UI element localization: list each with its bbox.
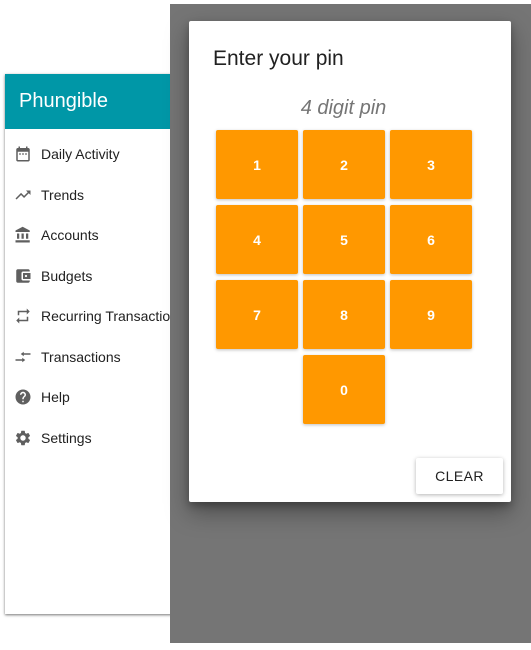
sidebar-item-label: Settings [41, 429, 92, 446]
keypad-button-3[interactable]: 3 [390, 130, 472, 199]
gear-icon [14, 429, 32, 447]
keypad-button-4[interactable]: 4 [216, 205, 298, 274]
keypad-button-1[interactable]: 1 [216, 130, 298, 199]
keypad-button-6[interactable]: 6 [390, 205, 472, 274]
navigation-drawer: Phungible Daily Activity Trends Accounts… [5, 74, 183, 614]
sidebar-item-settings[interactable]: Settings [5, 418, 183, 459]
sidebar-item-help[interactable]: Help [5, 377, 183, 418]
sidebar-item-recurring-transactions[interactable]: Recurring Transactions [5, 296, 183, 337]
wallet-icon [14, 267, 32, 285]
transfer-icon [14, 348, 32, 366]
sidebar-item-label: Budgets [41, 267, 93, 284]
calendar-icon [14, 145, 32, 163]
repeat-icon [14, 307, 32, 325]
sidebar-item-accounts[interactable]: Accounts [5, 215, 183, 256]
sidebar-item-label: Accounts [41, 227, 99, 244]
nav-list: Daily Activity Trends Accounts Budgets R… [5, 129, 183, 458]
trending-up-icon [14, 186, 32, 204]
sidebar-item-trends[interactable]: Trends [5, 175, 183, 216]
sidebar-item-label: Trends [41, 186, 85, 203]
dialog-title: Enter your pin [213, 47, 344, 70]
app-title: Phungible [5, 74, 183, 129]
sidebar-item-label: Transactions [41, 348, 121, 365]
pin-input[interactable] [249, 93, 438, 123]
keypad-button-9[interactable]: 9 [390, 280, 472, 349]
clear-button[interactable]: CLEAR [416, 458, 503, 494]
bank-icon [14, 226, 32, 244]
help-icon [14, 388, 32, 406]
keypad-button-2[interactable]: 2 [303, 130, 385, 199]
sidebar-item-label: Daily Activity [41, 146, 120, 163]
keypad-button-7[interactable]: 7 [216, 280, 298, 349]
sidebar-item-transactions[interactable]: Transactions [5, 337, 183, 378]
pin-keypad: 1 2 3 4 5 6 7 8 9 0 [216, 130, 474, 424]
keypad-button-5[interactable]: 5 [303, 205, 385, 274]
keypad-button-0[interactable]: 0 [303, 355, 385, 424]
sidebar-item-label: Help [41, 389, 70, 406]
sidebar-item-daily-activity[interactable]: Daily Activity [5, 134, 183, 175]
sidebar-item-label: Recurring Transactions [41, 308, 183, 325]
keypad-button-8[interactable]: 8 [303, 280, 385, 349]
sidebar-item-budgets[interactable]: Budgets [5, 256, 183, 297]
pin-dialog: Enter your pin 1 2 3 4 5 6 7 8 9 0 CLEAR [189, 21, 511, 502]
